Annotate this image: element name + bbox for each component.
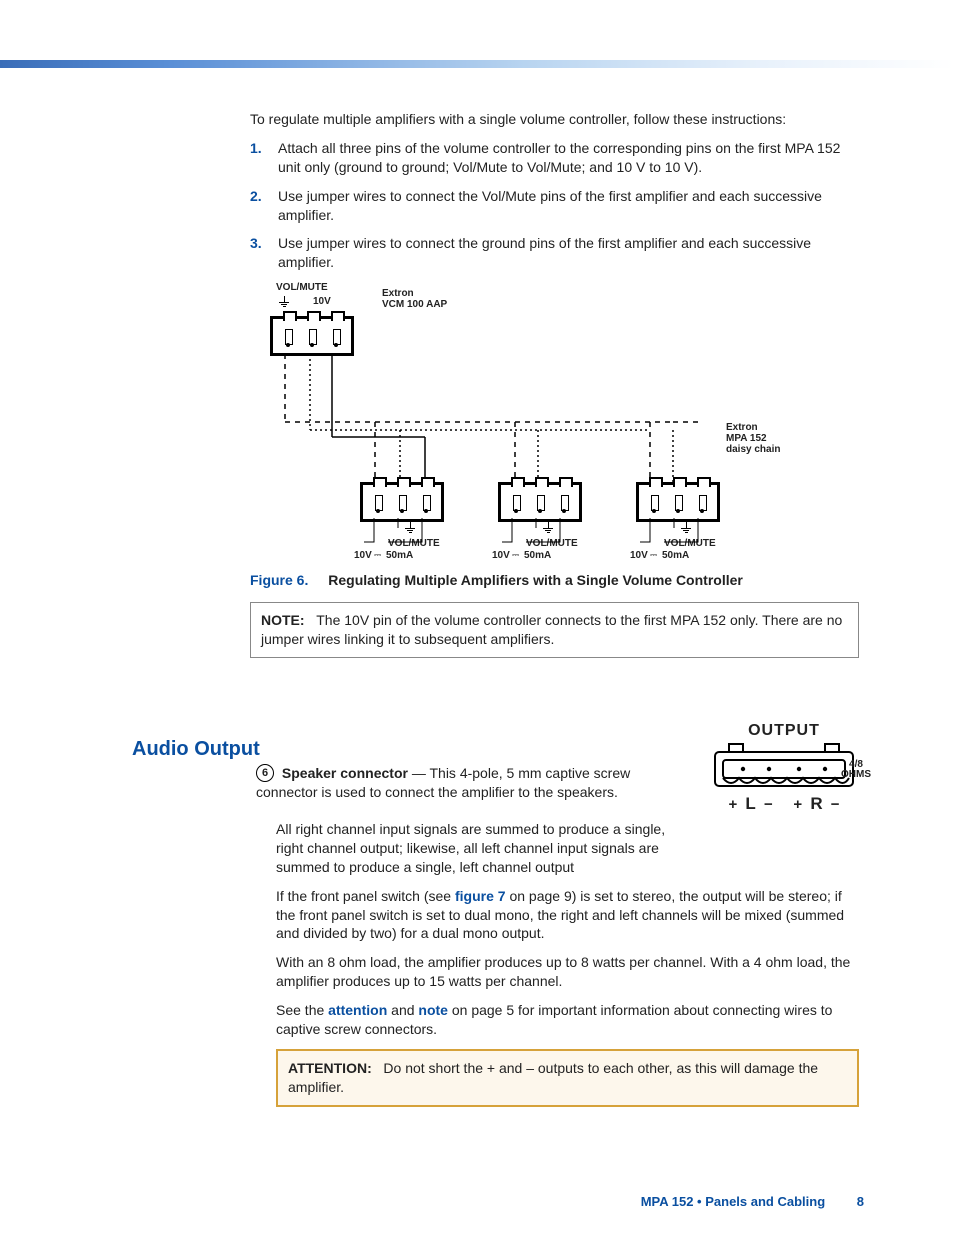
para-frontpanel: If the front panel switch (see figure 7 … — [276, 887, 859, 944]
callout-6: 6 — [256, 764, 274, 782]
inset-ohms: 4/8 OHMS — [841, 760, 871, 780]
para-summing: All right channel input signals are summ… — [276, 820, 859, 877]
attention-box: ATTENTION: Do not short the + and – outp… — [276, 1049, 859, 1107]
figure-6-diagram: VOL/MUTE 10V Extron VCM 100 AAP — [270, 282, 780, 562]
output-connector-inset: OUTPUT 4/8 OHMS + L − + R − — [699, 722, 869, 832]
step-1: 1.Attach all three pins of the volume co… — [250, 139, 859, 177]
link-attention[interactable]: attention — [328, 1002, 387, 1018]
inset-title: OUTPUT — [699, 722, 869, 740]
speaker-connector-para: 6 Speaker connector — This 4-pole, 5 mm … — [256, 764, 694, 802]
figure-caption: Figure 6. Regulating Multiple Amplifiers… — [250, 572, 859, 588]
speaker-connector-bold: Speaker connector — [282, 765, 408, 781]
note-text: The 10V pin of the volume controller con… — [261, 612, 842, 647]
attention-label: ATTENTION: — [288, 1060, 372, 1076]
step-3: 3.Use jumper wires to connect the ground… — [250, 234, 859, 272]
note-label: NOTE: — [261, 612, 305, 628]
figure-text: Regulating Multiple Amplifiers with a Si… — [328, 572, 743, 588]
step-2: 2.Use jumper wires to connect the Vol/Mu… — [250, 187, 859, 225]
note-box: NOTE: The 10V pin of the volume controll… — [250, 602, 859, 658]
link-figure-7[interactable]: figure 7 — [455, 888, 506, 904]
page-footer: MPA 152 • Panels and Cabling 8 — [641, 1194, 864, 1209]
footer-page: 8 — [857, 1194, 864, 1209]
figure-label: Figure 6. — [250, 572, 308, 588]
link-note[interactable]: note — [418, 1002, 448, 1018]
para-load: With an 8 ohm load, the amplifier produc… — [276, 953, 859, 991]
steps-list: 1.Attach all three pins of the volume co… — [250, 139, 859, 272]
para-see: See the attention and note on page 5 for… — [276, 1001, 859, 1039]
header-gradient — [0, 60, 954, 68]
heading-audio-output: Audio Output — [132, 738, 260, 761]
footer-title: MPA 152 • Panels and Cabling — [641, 1194, 825, 1209]
wiring-bottom-svg — [270, 282, 780, 562]
intro-text: To regulate multiple amplifiers with a s… — [250, 110, 859, 129]
inset-lr-labels: + L − + R − — [699, 794, 869, 814]
